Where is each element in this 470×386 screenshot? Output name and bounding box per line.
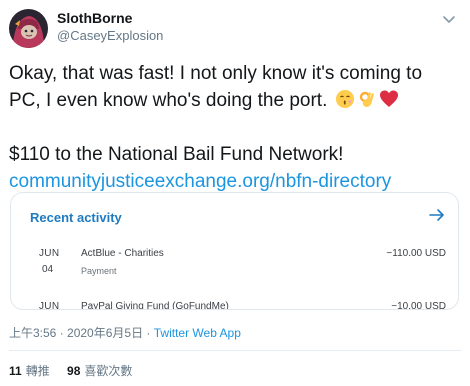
chevron-down-icon[interactable] [441,11,457,27]
likes-stat[interactable]: 98 喜歡次數 [67,364,132,378]
row-month: JUN [39,301,60,310]
tweet-text: Okay, that was fast! I not only know it'… [9,60,464,195]
tweet-link[interactable]: communityjusticeexchange.org/nbfn-direct… [9,168,464,195]
display-name[interactable]: SlothBorne [57,10,132,26]
timestamp[interactable]: 上午3:56 · 2020年6月5日 [9,326,143,340]
kissing-face-icon [335,90,354,108]
likes-label: 喜歡次數 [84,364,133,378]
card-title: Recent activity [30,210,122,225]
red-heart-icon [379,90,398,107]
tweet-line-1: Okay, that was fast! I not only know it'… [9,63,423,84]
retweets-count: 11 [9,364,22,378]
tweet-stats: 11 轉推 98 喜歡次數 [9,362,146,379]
row-merchant: ActBlue - Charities [81,248,164,259]
tweet-line-3: $110 to the National Bail Fund Network! [9,144,344,165]
tweet: SlothBorne @CaseyExplosion Okay, that wa… [0,0,470,386]
row-merchant: PayPal Giving Fund (GoFundMe) [81,301,229,310]
row-kind: Payment [81,266,117,276]
activity-row[interactable]: JUN PayPal Giving Fund (GoFundMe) −10.00… [11,301,458,310]
tweet-meta: 上午3:56 · 2020年6月5日 · Twitter Web App [9,324,241,341]
avatar-image-icon [9,9,48,48]
avatar[interactable] [9,9,48,48]
recent-activity-card[interactable]: Recent activity JUN 04 ActBlue - Chariti… [10,192,459,310]
activity-row[interactable]: JUN 04 ActBlue - Charities Payment −110.… [11,248,458,296]
row-month: JUN [39,248,60,259]
user-handle[interactable]: @CaseyExplosion [57,28,163,43]
client-link[interactable]: Twitter Web App [154,326,241,340]
meta-separator: · [143,326,154,340]
row-day: 04 [42,264,54,275]
ok-hand-icon [359,91,374,107]
retweets-label: 轉推 [25,364,50,378]
tweet-line-2-wrap: PC, I even know who's doing the port. [9,87,464,114]
arrow-right-icon[interactable] [429,207,445,223]
row-amount: −110.00 USD [386,248,446,259]
likes-count: 98 [67,364,81,378]
tweet-line-2: PC, I even know who's doing the port. [9,90,328,111]
divider [9,350,461,351]
row-amount: −10.00 USD [391,301,446,310]
retweets-stat[interactable]: 11 轉推 [9,364,50,378]
